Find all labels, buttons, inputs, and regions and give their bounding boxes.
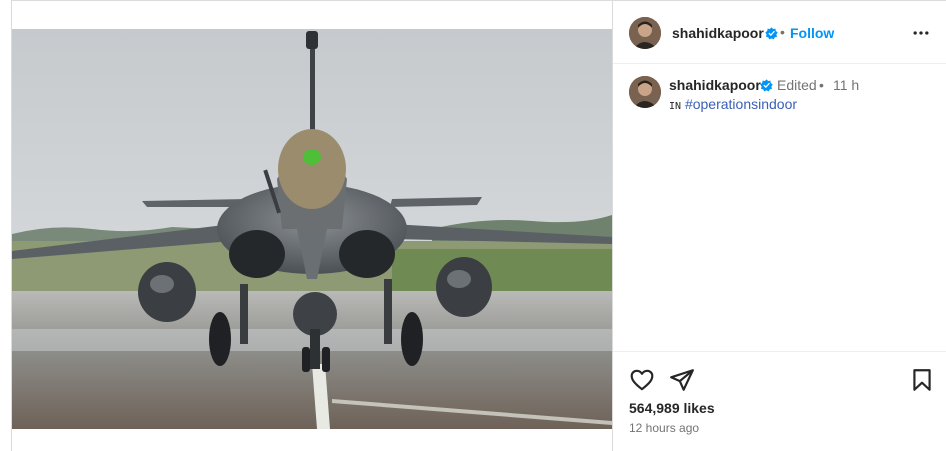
avatar[interactable]	[629, 17, 661, 49]
edited-label: Edited	[777, 77, 817, 93]
separator-dot: •	[819, 77, 824, 93]
verified-badge-icon	[765, 27, 778, 40]
media-bottom-space	[12, 429, 612, 451]
fighter-jet-photo	[12, 29, 612, 429]
follow-button[interactable]: Follow	[790, 25, 834, 41]
more-options-icon[interactable]	[911, 23, 931, 43]
caption-time[interactable]: 11 h	[833, 77, 859, 93]
instagram-post: shahidkapoor • Follow shahidkapoor Edite…	[11, 0, 946, 451]
likes-count[interactable]: 564,989 likes	[629, 400, 715, 416]
heart-icon[interactable]	[629, 367, 655, 393]
caption-prefix: IN	[669, 101, 682, 112]
caption-username[interactable]: shahidkapoor	[669, 77, 761, 93]
verified-badge-icon	[760, 79, 773, 92]
profile-photo	[629, 76, 661, 108]
caption-avatar[interactable]	[629, 76, 661, 108]
post-image[interactable]	[12, 29, 612, 429]
separator-dot: •	[780, 24, 785, 40]
profile-photo	[629, 17, 661, 49]
post-actions: 564,989 likes 12 hours ago	[613, 351, 946, 451]
header-username[interactable]: shahidkapoor	[672, 25, 764, 41]
bookmark-icon[interactable]	[909, 367, 935, 393]
share-paper-plane-icon[interactable]	[669, 367, 695, 393]
caption-text: IN #operationsindoor	[669, 96, 797, 112]
post-side-panel: shahidkapoor • Follow shahidkapoor Edite…	[612, 1, 946, 451]
post-header: shahidkapoor • Follow	[613, 1, 946, 64]
hashtag-link[interactable]: #operationsindoor	[685, 96, 797, 112]
post-timestamp[interactable]: 12 hours ago	[629, 421, 699, 435]
